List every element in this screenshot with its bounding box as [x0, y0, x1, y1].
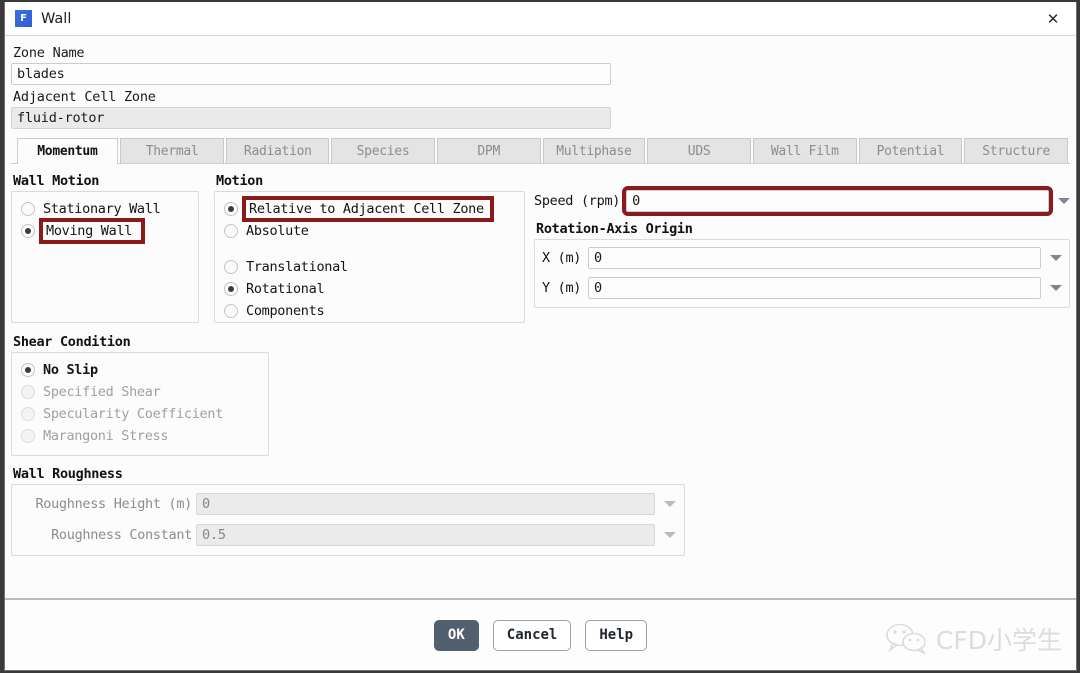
tab-dpm[interactable]: DPM: [436, 138, 541, 163]
wall-roughness-group: Roughness Height (m) 0 Roughness Constan…: [11, 484, 685, 556]
roughness-height-input: 0: [196, 493, 655, 515]
chevron-down-icon[interactable]: [1050, 285, 1062, 291]
roughness-height-row: Roughness Height (m) 0: [20, 493, 676, 515]
radio-translational[interactable]: Translational: [215, 256, 524, 278]
radio-relative-to-adjacent-cell-zone[interactable]: Relative to Adjacent Cell Zone: [215, 196, 524, 222]
wall-roughness-section: Wall Roughness Roughness Height (m) 0 Ro…: [11, 466, 685, 556]
radio-label: Specularity Coefficient: [43, 406, 224, 422]
radio-circle-icon: [224, 224, 238, 238]
wall-motion-title: Wall Motion: [13, 173, 100, 189]
motion-section: Motion Relative to Adjacent Cell Zone Ab…: [214, 173, 525, 323]
roughness-constant-label: Roughness Constant: [51, 527, 192, 543]
tab-structure[interactable]: Structure: [964, 138, 1068, 163]
zone-name-label: Zone Name: [13, 45, 85, 61]
roughness-constant-row: Roughness Constant 0.5: [20, 524, 676, 546]
shear-condition-group: No Slip Specified Shear Specularity Coef…: [11, 352, 269, 456]
motion-title: Motion: [216, 173, 263, 189]
adjacent-cell-zone-value: fluid-rotor: [11, 107, 611, 129]
rotation-axis-origin-group: X (m) 0 Y (m) 0: [534, 239, 1070, 308]
fluent-f-icon: F: [15, 10, 32, 27]
radio-label: Marangoni Stress: [43, 428, 169, 444]
radio-circle-icon: [224, 260, 238, 274]
wall-roughness-title: Wall Roughness: [13, 466, 123, 482]
rotation-axis-origin-title: Rotation-Axis Origin: [536, 221, 693, 237]
origin-x-input[interactable]: 0: [588, 247, 1041, 269]
momentum-top-row: Wall Motion Stationary Wall Moving Wall …: [11, 173, 1070, 323]
wall-motion-section: Wall Motion Stationary Wall Moving Wall: [11, 173, 199, 323]
adjacent-cell-zone-label: Adjacent Cell Zone: [13, 89, 156, 105]
radio-circle-icon: [224, 304, 238, 318]
radio-absolute[interactable]: Absolute: [215, 220, 524, 242]
radio-label: Components: [246, 303, 325, 319]
radio-label: Moving Wall: [38, 218, 146, 244]
help-button[interactable]: Help: [585, 619, 648, 651]
roughness-constant-input: 0.5: [196, 524, 655, 546]
tab-wall-film[interactable]: Wall Film: [752, 138, 857, 163]
speed-row: Speed (rpm) 0: [534, 186, 1070, 216]
radio-circle-icon: [21, 407, 35, 421]
chevron-down-icon[interactable]: [1050, 255, 1062, 261]
radio-components[interactable]: Components: [215, 300, 524, 322]
tab-multiphase[interactable]: Multiphase: [542, 138, 646, 163]
dialog-footer: OK Cancel Help CFD小学生: [5, 598, 1076, 670]
radio-circle-selected-icon: [21, 363, 35, 377]
radio-specularity-coefficient: Specularity Coefficient: [12, 403, 268, 425]
radio-circle-selected-icon: [224, 282, 238, 296]
wall-dialog: F Wall ✕ Zone Name blades Adjacent Cell …: [4, 2, 1077, 671]
radio-moving-wall[interactable]: Moving Wall: [12, 218, 198, 244]
watermark: CFD小学生: [885, 621, 1062, 657]
radio-no-slip[interactable]: No Slip: [12, 359, 268, 381]
speed-origin-section: Speed (rpm) 0 Rotation-Axis Origin X (m)…: [534, 173, 1070, 323]
window-title: Wall: [41, 10, 72, 27]
tab-species[interactable]: Species: [331, 138, 435, 163]
dialog-body: Zone Name blades Adjacent Cell Zone flui…: [5, 36, 1076, 598]
radio-rotational[interactable]: Rotational: [215, 278, 524, 300]
close-icon[interactable]: ✕: [1030, 2, 1076, 35]
origin-y-label: Y (m): [542, 280, 582, 296]
tab-potential[interactable]: Potential: [858, 138, 963, 163]
radio-circle-selected-icon: [224, 202, 238, 216]
origin-x-row: X (m) 0: [542, 247, 1062, 269]
tab-bar: Momentum Thermal Radiation Species DPM M…: [11, 138, 1070, 164]
chevron-down-icon: [664, 501, 676, 507]
tab-radiation[interactable]: Radiation: [226, 138, 330, 163]
radio-marangoni-stress: Marangoni Stress: [12, 425, 268, 447]
radio-specified-shear: Specified Shear: [12, 381, 268, 403]
speed-input[interactable]: 0: [622, 186, 1053, 216]
radio-circle-icon: [21, 429, 35, 443]
ok-button[interactable]: OK: [433, 619, 479, 651]
tab-uds[interactable]: UDS: [647, 138, 751, 163]
tab-momentum[interactable]: Momentum: [17, 138, 118, 164]
origin-x-label: X (m): [542, 250, 582, 266]
roughness-height-label: Roughness Height (m): [35, 496, 192, 512]
radio-label: No Slip: [43, 362, 98, 378]
radio-label: Translational: [246, 259, 348, 275]
radio-circle-selected-icon: [21, 224, 35, 238]
motion-group: Relative to Adjacent Cell Zone Absolute …: [214, 191, 525, 323]
wall-motion-group: Stationary Wall Moving Wall: [11, 191, 199, 323]
chevron-down-icon: [664, 532, 676, 538]
origin-y-input[interactable]: 0: [588, 277, 1041, 299]
radio-label: Relative to Adjacent Cell Zone: [242, 196, 494, 222]
radio-circle-icon: [21, 202, 35, 216]
speed-label: Speed (rpm): [534, 193, 621, 209]
tab-thermal[interactable]: Thermal: [119, 138, 225, 163]
radio-stationary-wall[interactable]: Stationary Wall: [12, 198, 198, 220]
cancel-button[interactable]: Cancel: [492, 619, 572, 651]
shear-condition-title: Shear Condition: [13, 334, 131, 350]
radio-label: Rotational: [246, 281, 325, 297]
zone-name-input[interactable]: blades: [11, 63, 611, 85]
radio-circle-icon: [21, 385, 35, 399]
radio-label: Absolute: [246, 223, 309, 239]
radio-label: Stationary Wall: [43, 201, 161, 217]
watermark-text: CFD小学生: [935, 626, 1062, 655]
chevron-down-icon[interactable]: [1058, 198, 1070, 204]
radio-label: Specified Shear: [43, 384, 161, 400]
origin-y-row: Y (m) 0: [542, 277, 1062, 299]
title-bar: F Wall ✕: [5, 2, 1076, 36]
shear-condition-section: Shear Condition No Slip Specified Shear …: [11, 334, 269, 456]
wechat-icon: [886, 623, 927, 655]
